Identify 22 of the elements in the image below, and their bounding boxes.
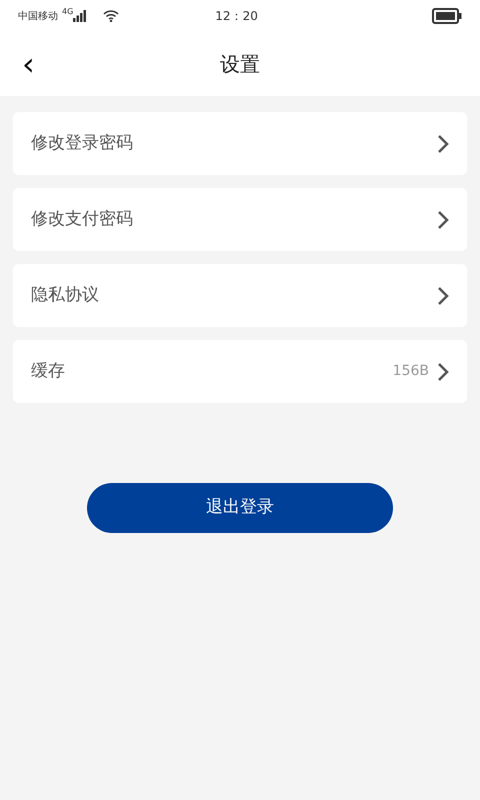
settings-row[interactable]: 修改支付密码 [13,188,467,251]
row-label: 修改支付密码 [31,208,133,231]
network-type: 4G [62,7,74,17]
row-label: 修改登录密码 [31,132,133,155]
settings-row[interactable]: 修改登录密码 [13,112,467,175]
chevron-icon [437,286,449,306]
carrier-name: 中国移动 [18,10,58,24]
back-button[interactable]: ‹ [22,48,35,80]
chevron-icon [437,362,449,382]
chevron-icon [437,210,449,230]
page-title: 设置 [220,51,260,78]
logout-button[interactable]: 退出登录 [87,483,393,533]
settings-row[interactable]: 隐私协议 [13,264,467,327]
signal-icon [73,10,88,22]
row-label: 隐私协议 [31,284,99,307]
wifi-icon [103,10,120,22]
row-label: 缓存 [31,360,65,383]
clock-time: 12：20 [215,8,258,25]
chevron-icon [437,134,449,154]
settings-row[interactable]: 缓存 156B [13,340,467,403]
battery-icon [432,8,462,24]
cache-size: 156B [392,362,429,381]
